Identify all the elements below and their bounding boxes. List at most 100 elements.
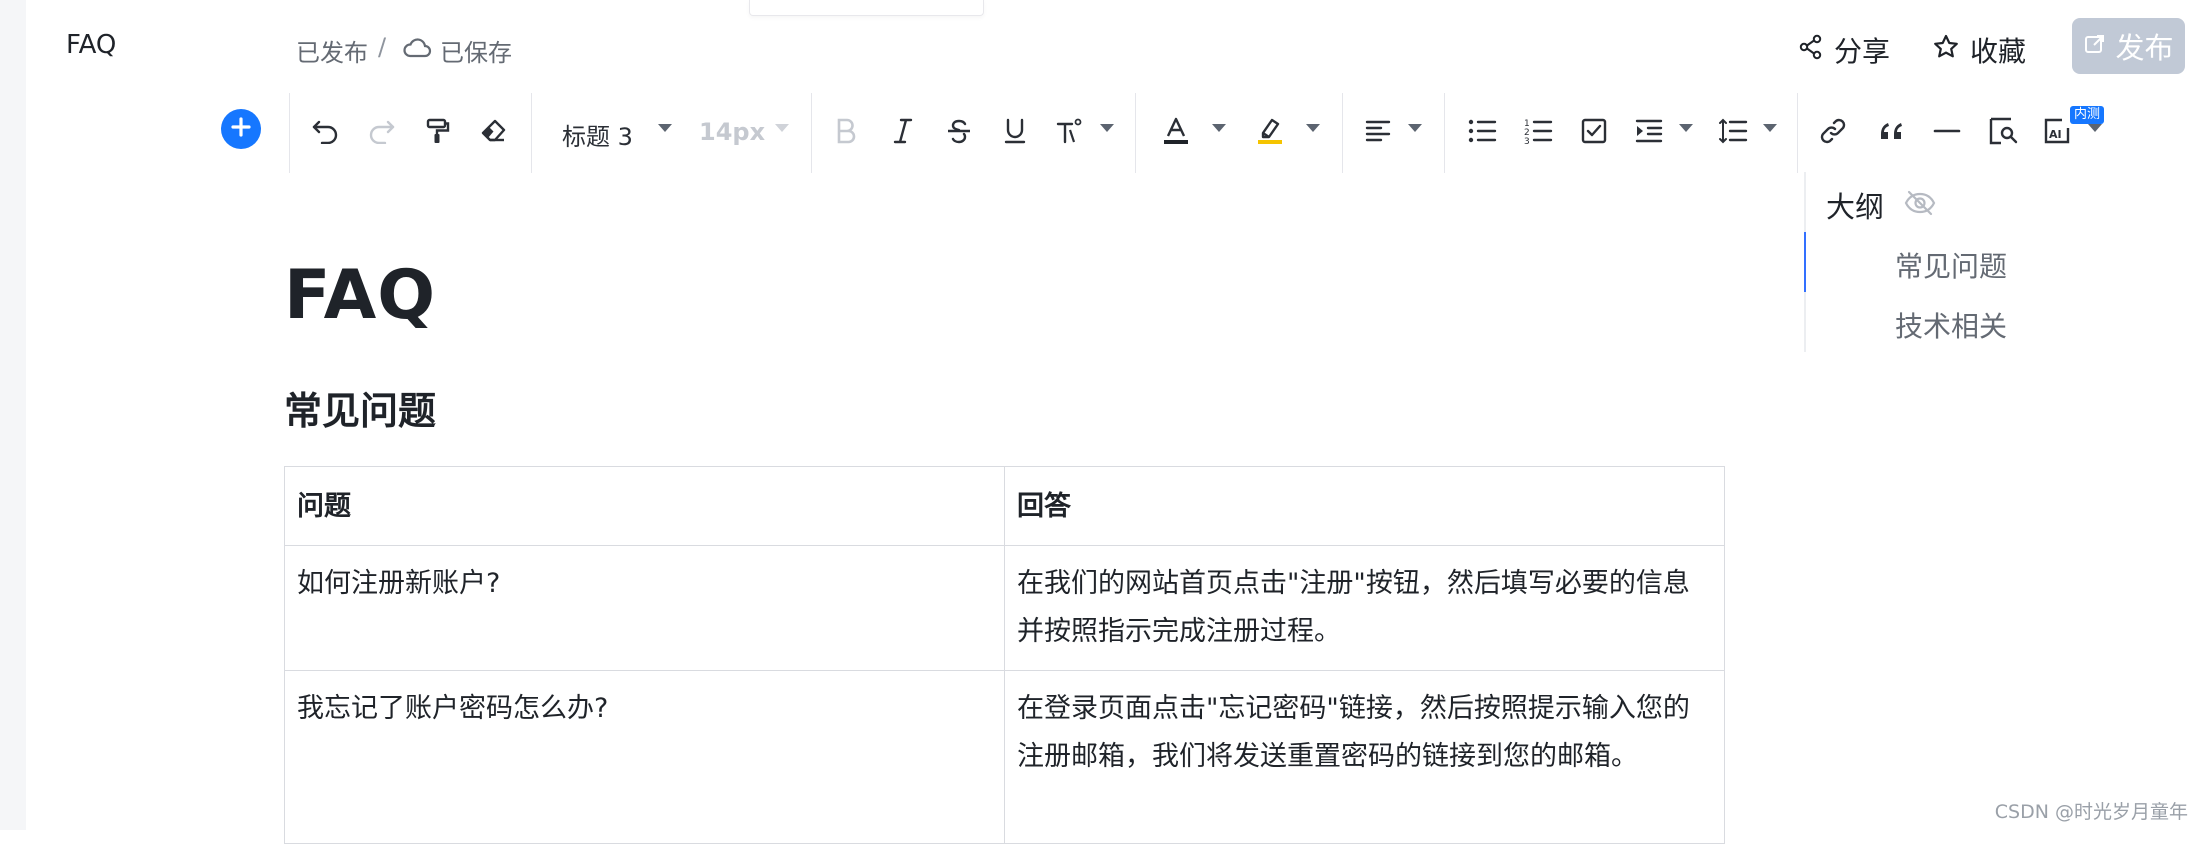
- document-name: FAQ: [66, 30, 117, 60]
- table-row: 如何注册新账户? 在我们的网站首页点击"注册"按钮，然后填写必要的信息并按照指示…: [284, 545, 1725, 671]
- line-spacing-icon: [1718, 117, 1748, 145]
- task-list-button[interactable]: [1577, 114, 1611, 148]
- table-cell[interactable]: 在我们的网站首页点击"注册"按钮，然后填写必要的信息并按照指示完成注册过程。: [1004, 545, 1725, 671]
- numbered-list-button[interactable]: 123: [1521, 114, 1555, 148]
- highlight-color-button[interactable]: [1253, 114, 1287, 148]
- checkbox-icon: [1580, 117, 1608, 145]
- more-text-format-button[interactable]: [1053, 114, 1087, 148]
- text-effects-icon: [1055, 117, 1085, 145]
- font-color-button[interactable]: [1159, 114, 1193, 148]
- cloud-icon: [402, 36, 432, 66]
- bullet-list-button[interactable]: [1465, 114, 1499, 148]
- numbered-list-icon: 123: [1523, 117, 1553, 145]
- outline-title: 大纲: [1826, 190, 1885, 224]
- outline-active-indicator: [1804, 232, 1806, 292]
- ai-assistant-button[interactable]: AI: [2040, 114, 2074, 148]
- indent-button[interactable]: [1632, 114, 1666, 148]
- undo-icon: [311, 118, 341, 144]
- watermark: CSDN @时光岁月童年: [1994, 801, 2188, 823]
- font-size-select[interactable]: 14px: [699, 118, 765, 146]
- chevron-down-icon[interactable]: [2088, 124, 2102, 132]
- insert-link-button[interactable]: [1816, 114, 1850, 148]
- plus-icon: [230, 116, 252, 142]
- toolbar-divider: [1135, 93, 1136, 173]
- underline-button[interactable]: [998, 114, 1032, 148]
- table-cell[interactable]: 我忘记了账户密码怎么办?: [284, 670, 1005, 844]
- insert-block-button[interactable]: [221, 109, 261, 149]
- table-header-row: 问题 回答: [284, 466, 1725, 546]
- floating-panel-edge: [749, 0, 984, 16]
- link-icon: [1819, 117, 1847, 145]
- table-cell[interactable]: 如何注册新账户?: [284, 545, 1005, 671]
- line-spacing-button[interactable]: [1716, 114, 1750, 148]
- publish-icon: [2083, 29, 2107, 63]
- highlighter-icon: [1255, 116, 1285, 146]
- chevron-down-icon[interactable]: [775, 124, 789, 132]
- document-title[interactable]: FAQ: [284, 256, 436, 335]
- outline-item[interactable]: 常见问题: [1895, 245, 2007, 285]
- save-status: 已保存: [402, 33, 512, 68]
- favorite-label: 收藏: [1970, 35, 2027, 68]
- chevron-down-icon[interactable]: [1763, 124, 1777, 132]
- quote-icon: [1877, 118, 1905, 144]
- left-edge-strip: [0, 0, 26, 830]
- table-header-cell[interactable]: 回答: [1004, 466, 1725, 546]
- strikethrough-icon: [945, 117, 973, 145]
- table-header-cell[interactable]: 问题: [284, 466, 1005, 546]
- indent-icon: [1634, 118, 1664, 144]
- svg-text:AI: AI: [2049, 128, 2062, 141]
- undo-button[interactable]: [309, 114, 343, 148]
- beta-badge: 内测: [2070, 106, 2105, 124]
- table-row: 我忘记了账户密码怎么办? 在登录页面点击"忘记密码"链接，然后按照提示输入您的注…: [284, 670, 1725, 844]
- find-icon: [1988, 116, 2018, 146]
- toolbar-divider: [289, 93, 290, 173]
- toolbar-divider: [1797, 93, 1798, 173]
- share-label: 分享: [1834, 35, 1891, 68]
- bullet-list-icon: [1467, 118, 1497, 144]
- chevron-down-icon[interactable]: [658, 124, 672, 132]
- redo-button[interactable]: [364, 114, 398, 148]
- bold-button[interactable]: [829, 114, 863, 148]
- italic-button[interactable]: [886, 114, 920, 148]
- outline-item[interactable]: 技术相关: [1895, 305, 2007, 345]
- chevron-down-icon[interactable]: [1679, 124, 1693, 132]
- publish-label: 发布: [2115, 31, 2174, 65]
- ai-icon: AI: [2042, 116, 2072, 146]
- format-painter-button[interactable]: [421, 114, 455, 148]
- horizontal-rule-icon: [1933, 118, 1961, 144]
- publish-status: 已发布: [296, 39, 368, 67]
- save-status-label: 已保存: [440, 39, 512, 67]
- share-button[interactable]: 分享: [1798, 30, 1890, 70]
- eye-off-icon[interactable]: [1903, 189, 1937, 221]
- chevron-down-icon[interactable]: [1212, 124, 1226, 132]
- toolbar-divider: [1444, 93, 1445, 173]
- share-icon: [1798, 34, 1824, 67]
- font-color-icon: [1161, 116, 1191, 146]
- align-left-icon: [1364, 118, 1392, 144]
- align-button[interactable]: [1361, 114, 1395, 148]
- underline-icon: [1002, 117, 1028, 145]
- favorite-button[interactable]: 收藏: [1932, 30, 2026, 70]
- quote-button[interactable]: [1874, 114, 1908, 148]
- divider-line-button[interactable]: [1930, 114, 1964, 148]
- chevron-down-icon[interactable]: [1100, 124, 1114, 132]
- heading-style-select[interactable]: 标题 3: [562, 117, 633, 152]
- publish-button[interactable]: 发布: [2072, 18, 2185, 74]
- eraser-icon: [480, 117, 508, 145]
- chevron-down-icon[interactable]: [1306, 124, 1320, 132]
- redo-icon: [366, 118, 396, 144]
- section-heading[interactable]: 常见问题: [284, 380, 436, 435]
- strikethrough-button[interactable]: [942, 114, 976, 148]
- star-icon: [1932, 33, 1960, 68]
- bold-icon: [834, 117, 858, 145]
- find-replace-button[interactable]: [1986, 114, 2020, 148]
- table-cell[interactable]: 在登录页面点击"忘记密码"链接，然后按照提示输入您的注册邮箱，我们将发送重置密码…: [1004, 670, 1725, 844]
- chevron-down-icon[interactable]: [1408, 124, 1422, 132]
- svg-text:3: 3: [1524, 137, 1530, 145]
- clear-format-button[interactable]: [477, 114, 511, 148]
- breadcrumb-separator: /: [378, 33, 387, 61]
- toolbar-divider: [811, 93, 812, 173]
- format-painter-icon: [424, 117, 452, 145]
- italic-icon: [891, 117, 915, 145]
- toolbar-divider: [1342, 93, 1343, 173]
